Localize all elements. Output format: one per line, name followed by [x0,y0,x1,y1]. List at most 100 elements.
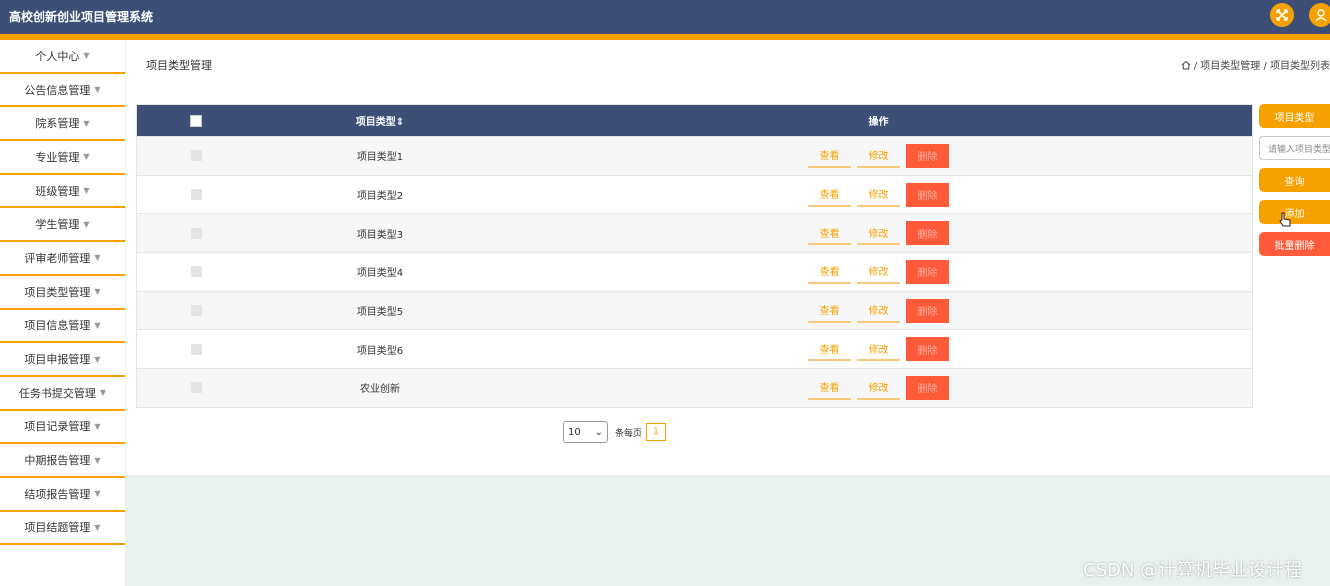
edit-button[interactable]: 修改 [857,337,900,362]
delete-button[interactable]: 删除 [906,337,949,362]
caret-down-icon: ▼ [94,421,101,431]
sidebar-item-project-types[interactable]: 项目类型管理 ▼ [0,276,125,310]
caret-down-icon: ▼ [83,152,90,162]
sidebar-item-personal-center[interactable]: 个人中心 ▼ [0,40,125,74]
sidebar-item-label: 班级管理 [35,184,80,198]
table-row: 项目类型1 查看 修改 删除 [137,136,1252,175]
caret-down-icon: ▼ [94,85,101,95]
delete-button[interactable]: 删除 [906,182,949,207]
sidebar-item-label: 公告信息管理 [24,83,91,97]
sidebar-item-classes[interactable]: 班级管理 ▼ [0,175,125,209]
row-name: 项目类型6 [356,345,404,357]
table-row: 项目类型6 查看 修改 删除 [137,329,1252,368]
row-checkbox[interactable] [190,343,202,355]
column-header-ops: 操作 [868,117,889,128]
query-button[interactable]: 查询 [1259,168,1330,192]
caret-down-icon: ▼ [94,320,101,330]
sidebar-item-label: 项目记录管理 [24,420,91,434]
row-checkbox[interactable] [190,305,202,317]
breadcrumb-level1[interactable]: 项目类型管理 [1200,61,1260,72]
sidebar-item-label: 评审老师管理 [24,251,91,265]
sidebar-item-project-applications[interactable]: 项目申报管理 ▼ [0,343,125,377]
delete-button[interactable]: 删除 [906,298,949,323]
caret-down-icon: ▼ [94,455,101,465]
home-icon[interactable] [1181,60,1191,70]
sidebar-item-project-records[interactable]: 项目记录管理 ▼ [0,411,125,445]
fullscreen-icon[interactable] [1270,3,1294,27]
sidebar-item-label: 专业管理 [35,150,80,164]
breadcrumb-separator: / [1193,61,1198,72]
sidebar-item-midterm-reports[interactable]: 中期报告管理 ▼ [0,444,125,478]
sidebar-item-final-reports[interactable]: 结项报告管理 ▼ [0,478,125,512]
delete-button[interactable]: 删除 [906,143,949,168]
sidebar-item-project-closure[interactable]: 项目结题管理 ▼ [0,512,125,546]
row-checkbox[interactable] [190,382,202,394]
sidebar-item-announcements[interactable]: 公告信息管理 ▼ [0,74,125,108]
caret-down-icon: ▼ [99,388,107,398]
table-row: 农业创新 查看 修改 删除 [137,368,1252,407]
table-body: 项目类型1 查看 修改 删除 项目类型2 查看 修改 删除 项目类型3 查看 修改 删除 项目类型4 查看… [137,136,1252,407]
row-checkbox[interactable] [190,266,202,278]
sidebar-item-project-info[interactable]: 项目信息管理 ▼ [0,310,125,344]
caret-down-icon: ▼ [83,118,90,128]
view-button[interactable]: 查看 [808,260,851,284]
column-header-name[interactable]: 项目类型⇕ [255,113,505,128]
edit-button[interactable]: 修改 [857,299,900,323]
add-button[interactable]: 添加 [1259,200,1330,227]
sidebar: 个人中心 ▼ 公告信息管理 ▼ 院系管理 ▼ 专业管理 ▼ 班级管理 ▼ 学生管理 ▼ 评审… [0,40,125,586]
breadcrumb: / 项目类型管理 / 项目类型列表 [1181,57,1330,72]
row-checkbox[interactable] [190,189,202,201]
edit-button[interactable]: 修改 [857,183,900,207]
caret-down-icon: ▼ [94,489,101,499]
caret-down-icon: ▼ [83,186,90,196]
view-button[interactable]: 查看 [808,337,851,362]
edit-button[interactable]: 修改 [857,260,900,284]
caret-down-icon: ▼ [94,354,101,364]
caret-down-icon: ▼ [83,51,90,61]
sidebar-item-majors[interactable]: 专业管理 ▼ [0,141,125,175]
delete-button[interactable]: 删除 [906,259,949,284]
delete-button[interactable]: 删除 [906,375,949,400]
view-button[interactable]: 查看 [808,299,851,323]
sidebar-item-label: 项目信息管理 [24,319,91,333]
pagination: 10 ⌄ 条每页 1 [563,421,667,443]
select-all-checkbox[interactable] [190,114,202,127]
edit-button[interactable]: 修改 [857,221,900,246]
edit-button[interactable]: 修改 [857,376,900,400]
row-name: 项目类型5 [356,307,404,319]
edit-button[interactable]: 修改 [857,144,900,168]
project-type-table: 项目类型⇕ 操作 项目类型1 查看 修改 删除 项目类型2 查看 修改 删除 项目类型3 查看 修改… [136,104,1253,408]
sidebar-item-label: 结项报告管理 [24,487,91,501]
page-title: 项目类型管理 [146,59,212,72]
view-button[interactable]: 查看 [808,376,851,400]
row-checkbox[interactable] [190,227,202,239]
sidebar-item-students[interactable]: 学生管理 ▼ [0,208,125,243]
sidebar-item-task-submissions[interactable]: 任务书提交管理 ▼ [0,377,125,411]
app-title: 高校创新创业项目管理系统 [9,10,154,24]
sidebar-item-label: 学生管理 [35,218,80,232]
page-size-select[interactable]: 10 ⌄ [563,421,608,443]
caret-down-icon: ▼ [94,253,101,263]
sidebar-item-departments[interactable]: 院系管理 ▼ [0,107,125,142]
table-row: 项目类型4 查看 修改 删除 [137,252,1252,291]
sidebar-item-label: 项目结题管理 [24,521,91,535]
row-checkbox[interactable] [190,150,202,162]
sidebar-item-label: 项目类型管理 [24,285,91,299]
row-name: 项目类型1 [356,152,404,164]
main-content: 项目类型管理 / 项目类型管理 / 项目类型列表 项目类型⇕ 操作 项目类型1 查… [126,40,1330,475]
page-number[interactable]: 1 [646,423,667,441]
row-name: 项目类型3 [356,229,404,241]
view-button[interactable]: 查看 [808,221,851,246]
breadcrumb-separator: / [1263,61,1267,72]
delete-button[interactable]: 删除 [906,221,949,246]
bulk-delete-button[interactable]: 批量删除 [1259,232,1330,256]
sidebar-item-reviewers[interactable]: 评审老师管理 ▼ [0,242,125,276]
view-button[interactable]: 查看 [808,144,851,168]
breadcrumb-level2: 项目类型列表 [1270,61,1330,72]
search-input[interactable]: 请输入项目类型 [1259,136,1330,160]
view-button[interactable]: 查看 [808,183,851,207]
top-bar: 高校创新创业项目管理系统 [0,0,1330,40]
user-icon[interactable] [1309,3,1330,27]
row-name: 项目类型2 [356,191,404,203]
row-name: 农业创新 [360,384,400,396]
